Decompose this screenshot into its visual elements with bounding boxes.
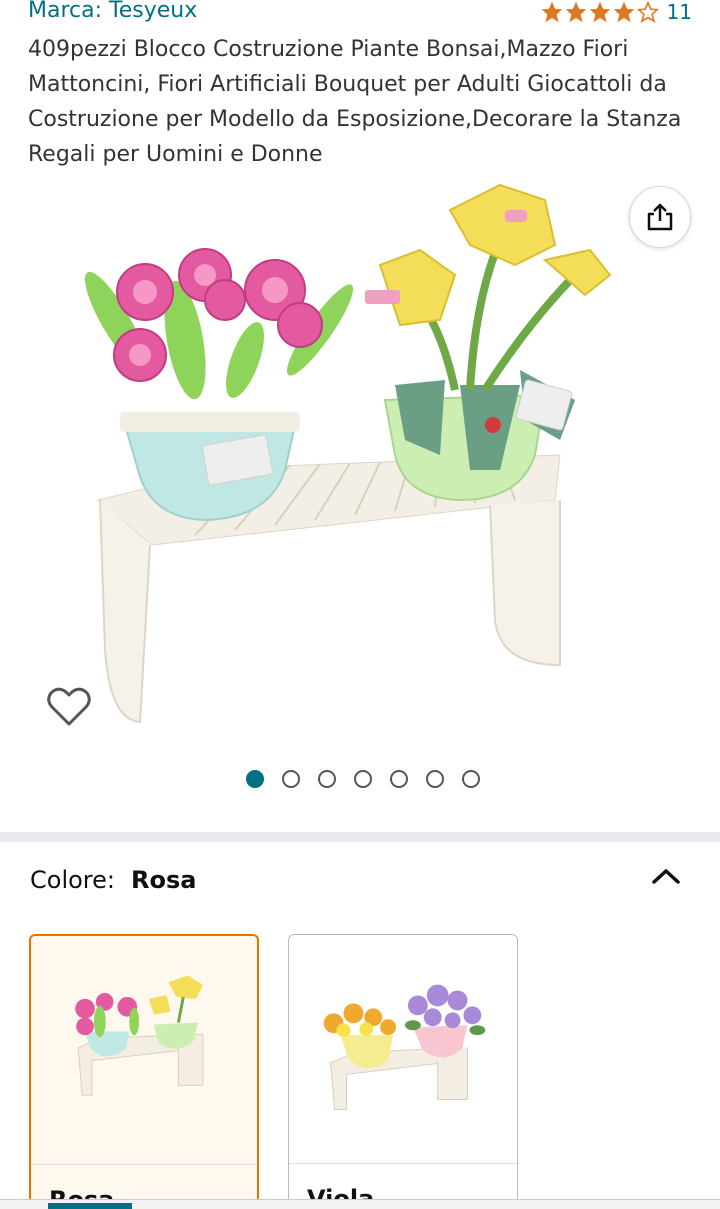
review-count[interactable]: 11 [667, 0, 692, 24]
star-icon [565, 1, 586, 23]
brand-link[interactable]: Marca: Tesyeux [28, 0, 197, 23]
star-rating [541, 1, 659, 23]
collapse-button[interactable] [648, 862, 684, 892]
pager-dot[interactable] [318, 770, 336, 788]
heart-icon [47, 687, 91, 726]
star-icon [613, 1, 634, 23]
pager-dot[interactable] [282, 770, 300, 788]
wishlist-button[interactable] [42, 680, 96, 734]
section-divider [0, 832, 720, 842]
variation-selected-value: Rosa [130, 866, 197, 894]
share-button[interactable] [629, 186, 691, 248]
pager-dot[interactable] [390, 770, 408, 788]
brand-row: Marca: Tesyeux 11 [0, 0, 720, 30]
pager-dot[interactable] [462, 770, 480, 788]
star-icon [541, 1, 562, 23]
pager-dot[interactable] [354, 770, 372, 788]
chevron-up-icon [652, 869, 680, 884]
swatch-image [323, 984, 486, 1110]
pager-dot[interactable] [246, 770, 264, 788]
pager-dot[interactable] [426, 770, 444, 788]
variation-label: Colore: [30, 866, 115, 894]
image-pager [0, 770, 720, 788]
product-title: 409pezzi Blocco Costruzione Piante Bonsa… [28, 37, 682, 167]
swatch-divider [31, 1164, 257, 1165]
variation-option-viola[interactable]: Viola [288, 934, 518, 1209]
share-icon [647, 203, 673, 231]
swatch-image [75, 975, 204, 1096]
bottom-tab-indicator [48, 1203, 132, 1209]
swatch-divider [289, 1163, 517, 1164]
product-image[interactable] [0, 170, 720, 810]
star-empty-icon [636, 1, 659, 23]
star-icon [589, 1, 610, 23]
variation-header: Colore: Rosa [30, 866, 196, 894]
rating[interactable]: 11 [541, 0, 692, 24]
variation-option-rosa[interactable]: Rosa [29, 934, 259, 1209]
